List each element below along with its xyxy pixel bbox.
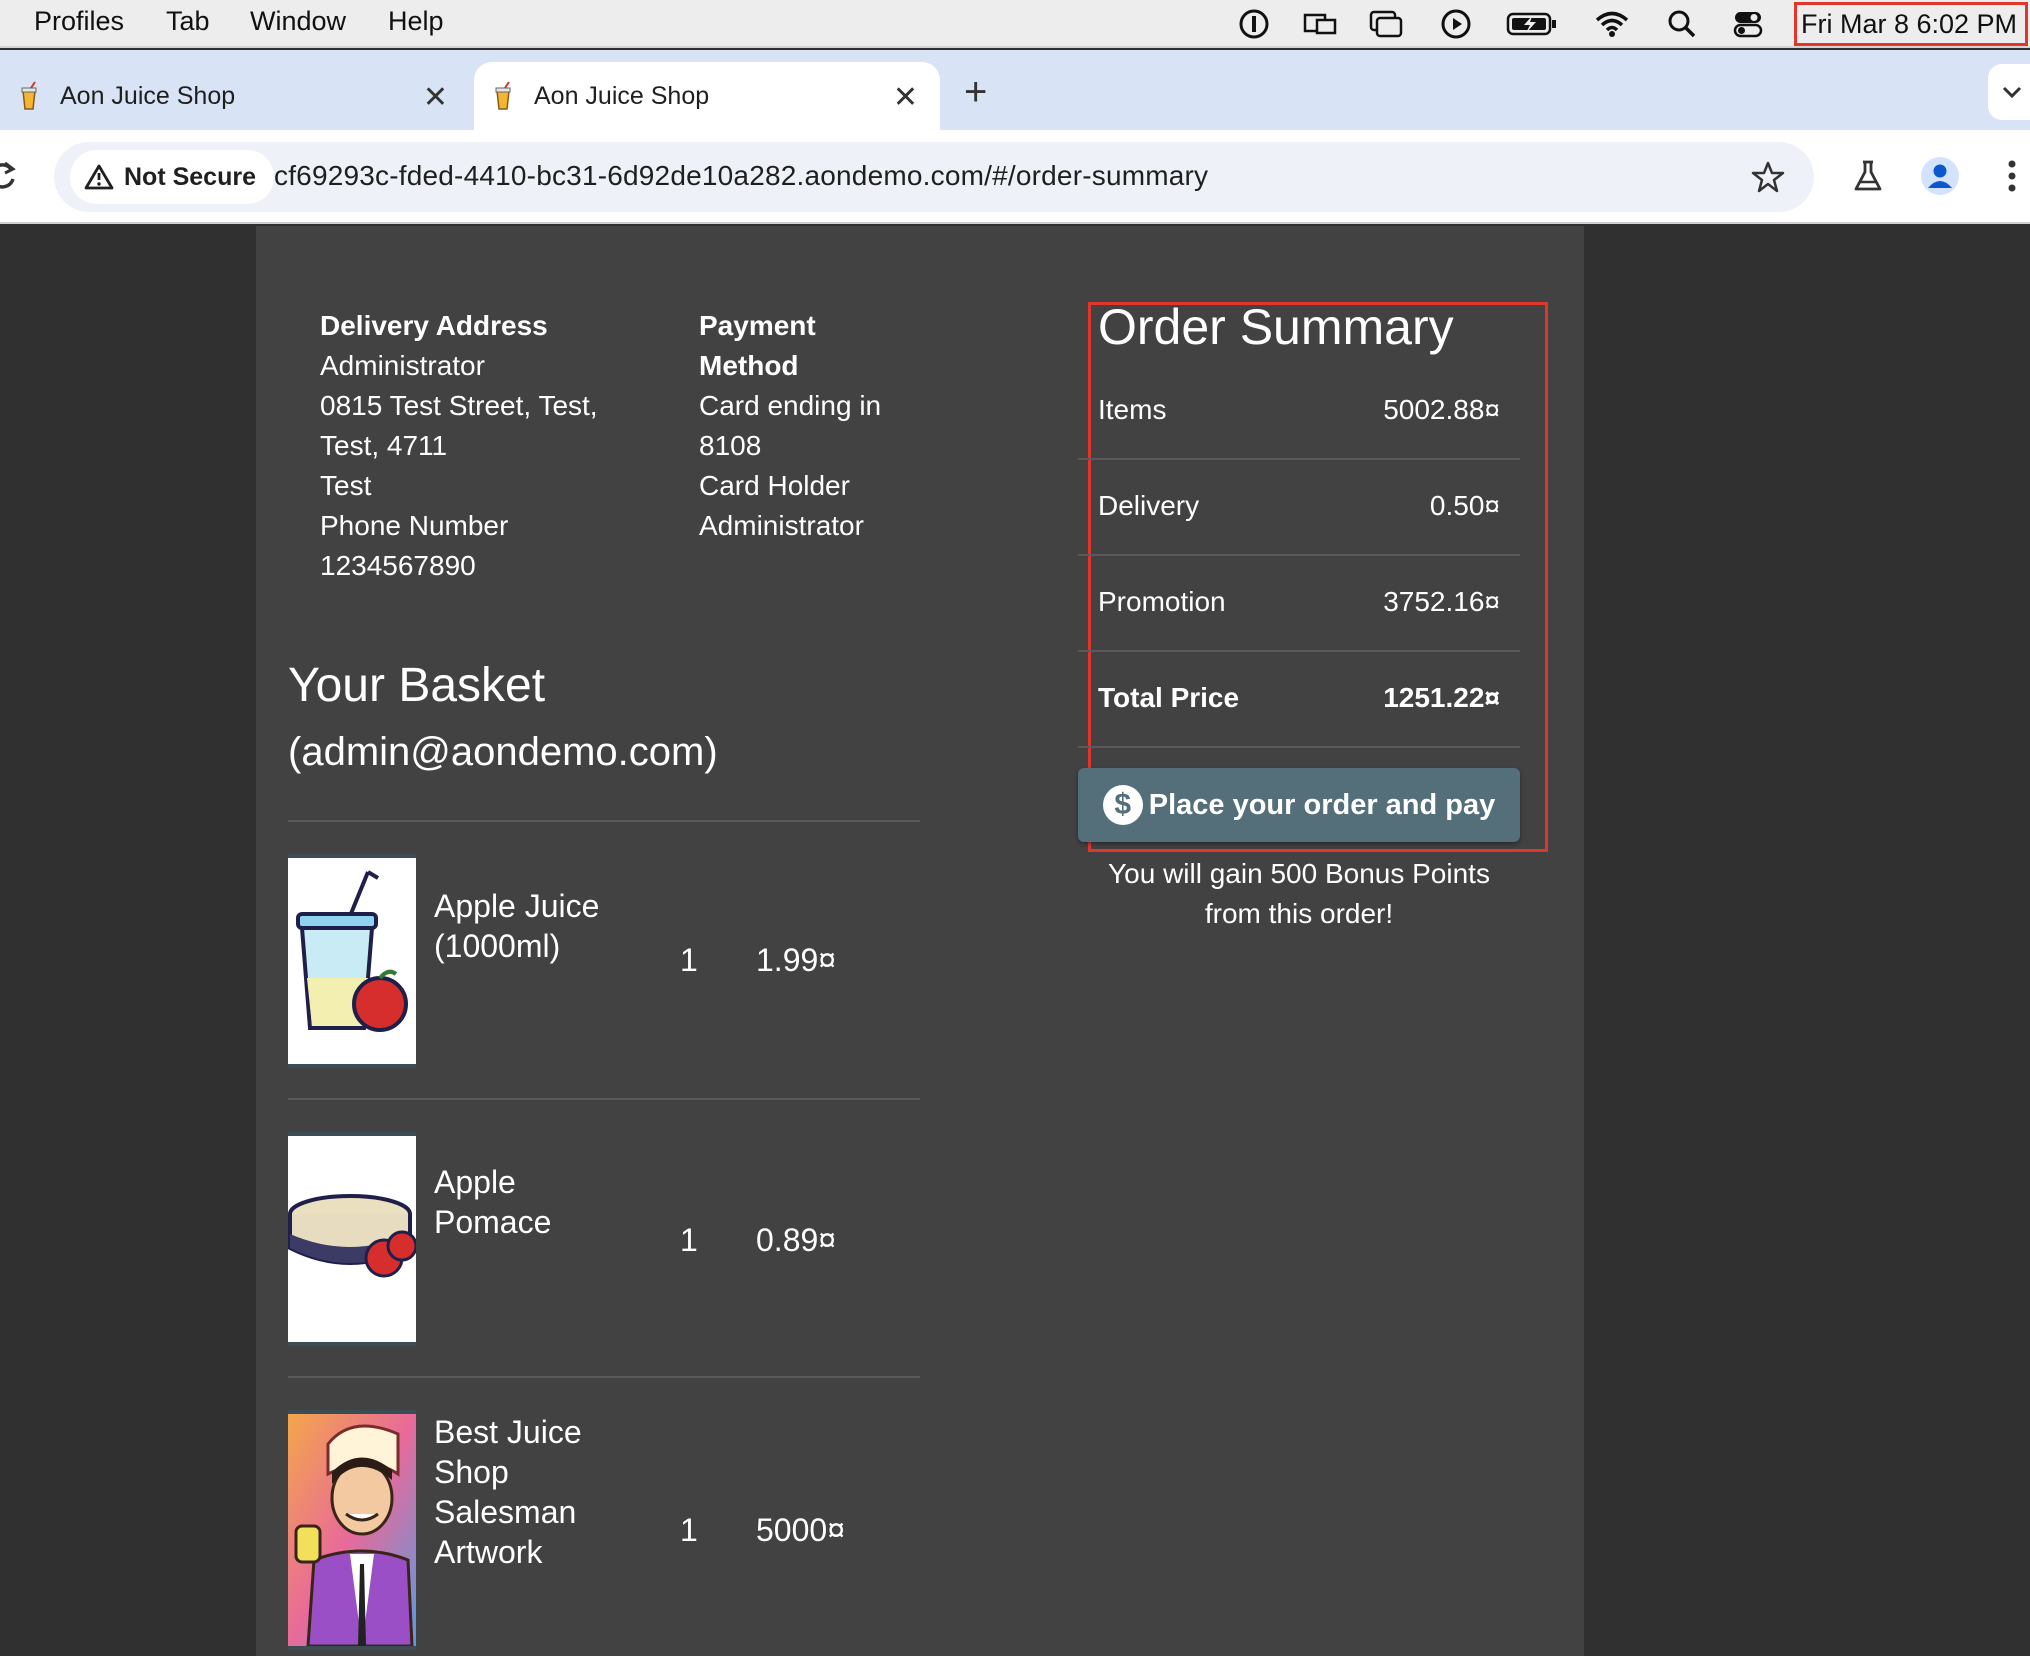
delivery-line: Administrator — [320, 350, 485, 381]
bookmark-star-icon[interactable] — [1744, 153, 1792, 201]
url-text[interactable]: cf69293c-fded-4410-bc31-6d92de10a282.aon… — [274, 160, 1208, 192]
payment-method-label: Payment — [699, 310, 816, 341]
delivery-line: 1234567890 — [320, 550, 476, 581]
bonus-line: You will gain 500 Bonus Points — [1108, 858, 1490, 889]
browser-toolbar: Not Secure cf69293c-fded-4410-bc31-6d92d… — [0, 130, 2030, 224]
password-manager-icon[interactable] — [1236, 8, 1272, 40]
delivery-address-label: Delivery Address — [320, 310, 548, 341]
item-name: (1000ml) — [434, 928, 561, 964]
warning-icon — [84, 164, 114, 190]
wifi-icon[interactable] — [1594, 8, 1630, 40]
summary-label: Total Price — [1098, 682, 1240, 713]
order-summary-title: Order Summary — [1098, 299, 1454, 355]
more-menu-icon[interactable] — [1988, 152, 2030, 200]
divider — [288, 820, 920, 822]
new-tab-button[interactable]: + — [964, 70, 987, 115]
reload-icon[interactable] — [0, 152, 26, 200]
menu-tab[interactable]: Tab — [166, 6, 210, 37]
browser-tab-2-active[interactable]: Aon Juice Shop ✕ — [474, 62, 940, 130]
menu-window[interactable]: Window — [250, 6, 346, 37]
item-name: Pomace — [434, 1204, 552, 1240]
item-name: Salesman — [434, 1494, 577, 1530]
apple-juice-image — [288, 854, 416, 1068]
battery-icon[interactable] — [1506, 8, 1558, 40]
item-price: 5000¤ — [756, 1512, 845, 1548]
item-name: Shop — [434, 1454, 509, 1490]
summary-row-total: Total Price 1251.22¤ — [1078, 652, 1520, 748]
display-icon[interactable] — [1302, 8, 1338, 40]
order-summary-page: Delivery Address Administrator 0815 Test… — [256, 226, 1584, 1656]
bonus-line: from this order! — [1204, 898, 1394, 929]
spotlight-search-icon[interactable] — [1664, 8, 1700, 40]
apple-pomace-image — [288, 1132, 416, 1346]
close-icon[interactable]: ✕ — [893, 80, 918, 115]
delivery-line: 0815 Test Street, Test, — [320, 390, 598, 421]
payment-line: 8108 — [699, 430, 762, 461]
juice-shop-favicon-icon — [14, 81, 44, 111]
payment-method-label: Method — [699, 350, 799, 381]
payment-line: Card Holder — [699, 470, 850, 501]
macos-menubar: Profiles Tab Window Help Fri Mar 8 6:02 … — [0, 0, 2030, 48]
profile-avatar-icon[interactable] — [1916, 152, 1964, 200]
window-icon[interactable] — [1368, 8, 1404, 40]
item-quantity: 1 — [680, 1512, 698, 1548]
summary-row-delivery: Delivery 0.50¤ — [1078, 460, 1520, 556]
basket-title: Your Basket — [288, 659, 546, 712]
dollar-icon: $ — [1102, 785, 1143, 825]
bonus-points-note: You will gain 500 Bonus Points from this… — [1078, 854, 1520, 934]
summary-row-promotion: Promotion 3752.16¤ — [1078, 556, 1520, 652]
delivery-line: Test — [320, 470, 372, 501]
place-order-button[interactable]: $ Place your order and pay — [1078, 768, 1520, 842]
item-name: Artwork — [434, 1534, 543, 1570]
security-label: Not Secure — [124, 162, 256, 191]
menubar-clock[interactable]: Fri Mar 8 6:02 PM — [1794, 2, 2028, 46]
summary-value: 1251.22¤ — [1383, 682, 1500, 713]
item-quantity: 1 — [680, 942, 698, 978]
salesman-artwork-image — [288, 1410, 416, 1650]
juice-shop-favicon-icon — [488, 81, 518, 111]
browser-tab-1[interactable]: Aon Juice Shop ✕ — [0, 62, 470, 130]
item-name: Apple — [434, 1164, 516, 1200]
summary-label: Items — [1098, 394, 1167, 425]
payment-line: Card ending in — [699, 390, 882, 421]
summary-row-items: Items 5002.88¤ — [1078, 364, 1520, 460]
delivery-line: Test, 4711 — [320, 430, 448, 461]
tab-title: Aon Juice Shop — [534, 81, 710, 110]
item-name: Apple Juice — [434, 888, 600, 924]
close-icon[interactable]: ✕ — [423, 80, 448, 115]
menu-help[interactable]: Help — [388, 6, 444, 37]
summary-value: 3752.16¤ — [1383, 586, 1500, 617]
security-indicator[interactable]: Not Secure — [70, 150, 274, 204]
labs-flask-icon[interactable] — [1844, 152, 1892, 200]
address-bar[interactable]: Not Secure cf69293c-fded-4410-bc31-6d92d… — [54, 142, 1814, 212]
divider — [288, 1098, 920, 1100]
summary-value: 5002.88¤ — [1383, 394, 1500, 425]
tab-title: Aon Juice Shop — [60, 81, 236, 110]
control-center-icon[interactable] — [1730, 8, 1766, 40]
item-name: Best Juice — [434, 1414, 582, 1450]
payment-line: Administrator — [699, 510, 864, 541]
delivery-line: Phone Number — [320, 510, 509, 541]
divider — [288, 1376, 920, 1378]
menu-profiles[interactable]: Profiles — [34, 6, 124, 37]
item-quantity: 1 — [680, 1222, 698, 1258]
summary-value: 0.50¤ — [1429, 490, 1500, 521]
basket-owner-email: (admin@aondemo.com) — [288, 730, 718, 774]
tab-search-chevron-icon[interactable] — [1988, 64, 2030, 120]
item-price: 1.99¤ — [756, 942, 837, 978]
summary-label: Delivery — [1098, 490, 1200, 521]
play-icon[interactable] — [1438, 8, 1474, 40]
browser-tab-strip: Aon Juice Shop ✕ Aon Juice Shop ✕ + — [0, 50, 2030, 130]
place-order-label: Place your order and pay — [1148, 788, 1496, 821]
item-price: 0.89¤ — [756, 1222, 837, 1258]
summary-label: Promotion — [1098, 586, 1226, 617]
